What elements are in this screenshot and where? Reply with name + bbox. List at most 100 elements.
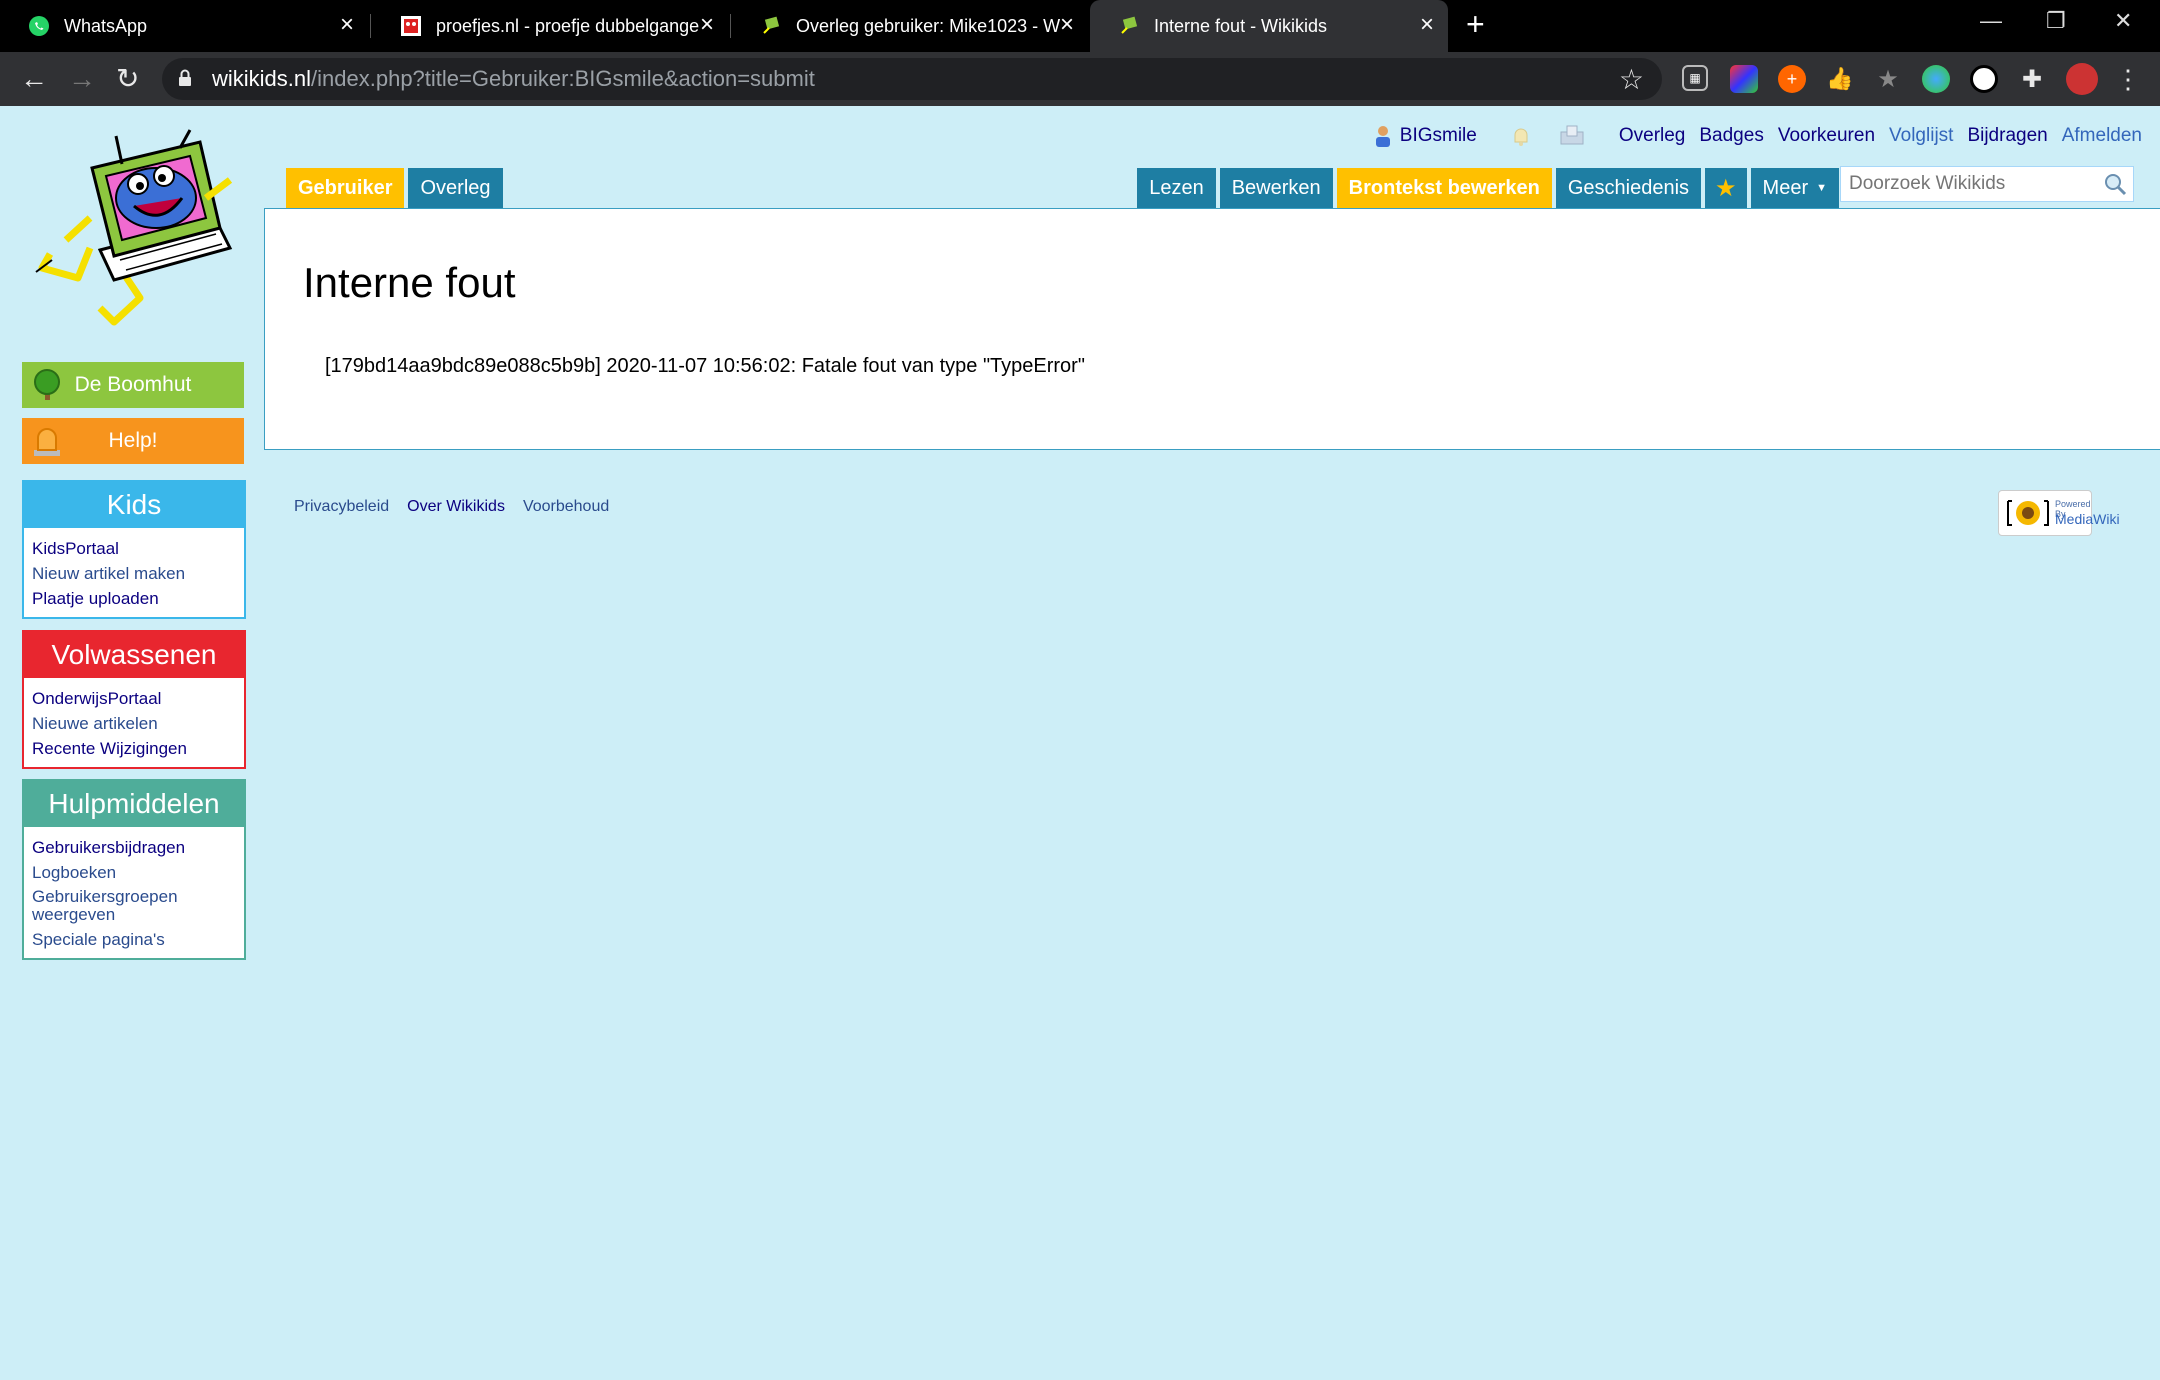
boomhut-label: De Boomhut: [74, 373, 192, 396]
back-icon[interactable]: ←: [20, 64, 48, 94]
minimize-icon[interactable]: —: [1980, 8, 2002, 34]
tab-lezen[interactable]: Lezen: [1137, 168, 1216, 208]
badges-link[interactable]: Badges: [1699, 125, 1763, 147]
kidsportaal-link[interactable]: KidsPortaal: [32, 536, 236, 561]
overleg-link[interactable]: Overleg: [1619, 125, 1686, 147]
grid-extension-icon[interactable]: ▦: [1682, 65, 1708, 91]
gebruikersgroepen-link[interactable]: Gebruikersgroepen weergeven: [32, 885, 236, 927]
search-input[interactable]: [1841, 167, 2091, 201]
voorbehoud-link[interactable]: Voorbehoud: [523, 498, 609, 516]
onderwijsportaal-link[interactable]: OnderwijsPortaal: [32, 686, 236, 711]
hulpmiddelen-portlet: Hulpmiddelen Gebruikersbijdragen Logboek…: [22, 779, 246, 960]
kids-heading: Kids: [24, 482, 244, 528]
speciale-paginas-link[interactable]: Speciale pagina's: [32, 927, 236, 952]
close-tab-icon[interactable]: ×: [1420, 12, 1434, 38]
url-path: /index.php?title=Gebruiker:BIGsmile&acti…: [311, 66, 815, 91]
content-area: Interne fout [179bd14aa9bdc89e088c5b9b] …: [264, 208, 2160, 450]
afmelden-link[interactable]: Afmelden: [2062, 125, 2142, 147]
star-icon: ★: [1715, 174, 1737, 202]
close-tab-icon[interactable]: ×: [700, 12, 714, 38]
voorkeuren-link[interactable]: Voorkeuren: [1778, 125, 1875, 147]
recente-wijzigingen-link[interactable]: Recente Wijzigingen: [32, 736, 236, 761]
tab-bewerken[interactable]: Bewerken: [1219, 168, 1333, 208]
volwassenen-portlet: Volwassenen OnderwijsPortaal Nieuwe arti…: [22, 630, 246, 769]
address-bar[interactable]: wikikids.nl/index.php?title=Gebruiker:BI…: [162, 58, 1662, 100]
bookmark-star-icon[interactable]: ☆: [1619, 63, 1644, 96]
search-icon[interactable]: [2103, 172, 2127, 196]
browser-tab-strip: WhatsApp × proefjes.nl - proefje dubbelg…: [0, 0, 2160, 52]
wikikids-icon: [760, 15, 782, 37]
plus-extension-icon[interactable]: +: [1778, 65, 1806, 93]
messages-tray-icon[interactable]: [1559, 124, 1585, 148]
chevron-down-icon: ▼: [1816, 182, 1827, 194]
star-extension-icon[interactable]: ★: [1874, 65, 1902, 93]
globe-extension-icon[interactable]: [1922, 65, 1950, 93]
more-label: Meer: [1762, 176, 1809, 199]
search-box: [1840, 166, 2134, 202]
nieuw-artikel-link[interactable]: Nieuw artikel maken: [32, 561, 236, 586]
namespace-tabs: Gebruiker Overleg: [286, 168, 503, 208]
logboeken-link[interactable]: Logboeken: [32, 860, 236, 885]
mediawiki-sunflower-icon: [2007, 500, 2049, 526]
watch-star-button[interactable]: ★: [1705, 168, 1747, 208]
user-icon: [1375, 126, 1390, 147]
wikikids-icon: [1118, 15, 1140, 37]
more-menu[interactable]: Meer ▼: [1750, 168, 1839, 208]
restore-icon[interactable]: ❐: [2046, 8, 2066, 34]
browser-tab-overleg[interactable]: Overleg gebruiker: Mike1023 - W ×: [732, 0, 1088, 52]
hulpmiddelen-heading: Hulpmiddelen: [24, 781, 244, 827]
url-text: wikikids.nl/index.php?title=Gebruiker:BI…: [212, 66, 815, 92]
tab-title: WhatsApp: [64, 15, 148, 36]
tab-title: Overleg gebruiker: Mike1023 - W: [796, 15, 1060, 36]
gebruikersbijdragen-link[interactable]: Gebruikersbijdragen: [32, 835, 236, 860]
menu-kebab-icon[interactable]: ⋮: [2114, 64, 2142, 94]
color-extension-icon[interactable]: [1730, 65, 1758, 93]
tab-gebruiker[interactable]: Gebruiker: [286, 168, 405, 208]
close-tab-icon[interactable]: ×: [340, 12, 354, 38]
privacybeleid-link[interactable]: Privacybeleid: [294, 498, 389, 516]
thumbs-up-extension-icon[interactable]: 👍: [1826, 65, 1854, 93]
profile-avatar-icon[interactable]: [2066, 63, 2098, 95]
browser-tab-whatsapp[interactable]: WhatsApp ×: [0, 0, 368, 52]
browser-toolbar: ← → ↻ wikikids.nl/index.php?title=Gebrui…: [0, 52, 2160, 106]
browser-tab-interne-fout[interactable]: Interne fout - Wikikids ×: [1090, 0, 1448, 52]
bijdragen-link[interactable]: Bijdragen: [1967, 125, 2047, 147]
nieuwe-artikelen-link[interactable]: Nieuwe artikelen: [32, 711, 236, 736]
whatsapp-icon: [28, 15, 50, 37]
close-window-icon[interactable]: ✕: [2114, 8, 2132, 34]
view-tabs: Lezen Bewerken Brontekst bewerken Geschi…: [1137, 168, 1839, 208]
tab-brontekst-bewerken[interactable]: Brontekst bewerken: [1336, 168, 1552, 208]
footer-links: Privacybeleid Over Wikikids Voorbehoud: [294, 498, 609, 516]
user-link[interactable]: BIGsmile: [1374, 125, 1477, 147]
circle-extension-icon[interactable]: [1970, 65, 1998, 93]
powered-by-mediawiki-badge[interactable]: Powered By MediaWiki: [1998, 490, 2120, 536]
plaatje-uploaden-link[interactable]: Plaatje uploaden: [32, 586, 236, 611]
error-message: [179bd14aa9bdc89e088c5b9b] 2020-11-07 10…: [325, 355, 1085, 377]
volwassenen-heading: Volwassenen: [24, 632, 244, 678]
over-wikikids-link[interactable]: Over Wikikids: [407, 498, 505, 516]
proefjes-icon: [400, 15, 422, 37]
wikikids-logo[interactable]: [30, 128, 242, 328]
new-tab-icon[interactable]: +: [1466, 8, 1485, 40]
kids-portlet: Kids KidsPortaal Nieuw artikel maken Pla…: [22, 480, 246, 619]
forward-icon[interactable]: →: [68, 64, 96, 94]
reload-icon[interactable]: ↻: [116, 64, 139, 94]
page-title: Interne fout: [303, 259, 516, 306]
tab-geschiedenis[interactable]: Geschiedenis: [1555, 168, 1702, 208]
help-label: Help!: [108, 429, 158, 452]
lock-icon: [179, 69, 191, 86]
tab-overleg[interactable]: Overleg: [408, 168, 503, 208]
tab-title: Interne fout - Wikikids: [1154, 15, 1328, 36]
url-domain: wikikids.nl: [212, 66, 312, 91]
personal-tools: BIGsmile Overleg Badges Voorkeuren Volgl…: [1374, 124, 2142, 148]
username: BIGsmile: [1399, 125, 1477, 146]
notification-bell-icon[interactable]: [1509, 124, 1533, 148]
close-tab-icon[interactable]: ×: [1060, 12, 1074, 38]
volglijst-link[interactable]: Volglijst: [1889, 125, 1953, 147]
browser-tab-proefjes[interactable]: proefjes.nl - proefje dubbelgange ×: [372, 0, 728, 52]
help-button[interactable]: Help!: [22, 418, 244, 464]
tree-icon: [34, 369, 60, 400]
extensions-puzzle-icon[interactable]: ✚: [2018, 65, 2046, 93]
boomhut-button[interactable]: De Boomhut: [22, 362, 244, 408]
tab-title: proefjes.nl - proefje dubbelgange: [436, 15, 700, 36]
